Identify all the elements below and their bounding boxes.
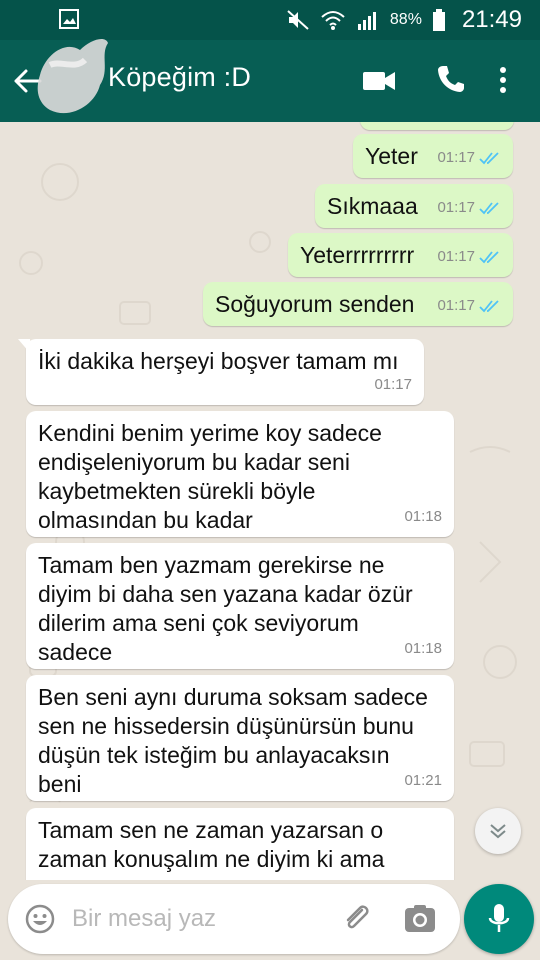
- double-check-icon: [479, 250, 499, 263]
- outgoing-message[interactable]: Yeter 01:17: [353, 134, 513, 178]
- message-input-bar[interactable]: Bir mesaj yaz: [8, 884, 460, 954]
- message-time: 01:17: [437, 297, 475, 314]
- message-time: 01:17: [437, 149, 475, 166]
- message-time: 01:18: [404, 508, 442, 525]
- message-text: Tamam ben yazmam gerekirse ne diyim bi d…: [38, 552, 413, 665]
- chat-area[interactable]: Yeter 01:17 Sıkmaaa 01:17 Yeterrrrrrrrr …: [0, 122, 540, 880]
- message-time: 01:18: [404, 640, 442, 657]
- contact-name[interactable]: Köpeğim :D: [108, 62, 251, 93]
- message-meta: 01:17: [437, 242, 501, 271]
- message-text: Ben seni aynı duruma soksam sadece sen n…: [38, 684, 428, 797]
- message-time: 01:17: [437, 248, 475, 265]
- phone-icon[interactable]: [436, 64, 466, 94]
- message-bubble-partial[interactable]: [360, 122, 514, 130]
- message-time: 01:17: [437, 199, 475, 216]
- message-text: Kendini benim yerime koy sadece endişele…: [38, 420, 382, 533]
- message-meta: 01:17: [437, 193, 501, 222]
- outgoing-message[interactable]: Sıkmaaa 01:17: [315, 184, 513, 228]
- double-check-icon: [479, 201, 499, 214]
- outgoing-message[interactable]: Yeterrrrrrrrr 01:17: [288, 233, 513, 277]
- chat-header: Köpeğim :D: [0, 39, 540, 122]
- signal-icon: [357, 12, 376, 30]
- incoming-message[interactable]: Tamam sen ne zaman yazarsan o zaman konu…: [26, 808, 454, 880]
- message-text: İki dakika herşeyi boşver tamam mı: [38, 348, 399, 374]
- outgoing-message[interactable]: Soğuyorum senden 01:17: [203, 282, 513, 326]
- incoming-message[interactable]: Kendini benim yerime koy sadece endişele…: [26, 411, 454, 537]
- incoming-message[interactable]: Tamam ben yazmam gerekirse ne diyim bi d…: [26, 543, 454, 669]
- voice-record-button[interactable]: [464, 884, 534, 954]
- message-text: Sıkmaaa: [327, 193, 418, 219]
- avatar[interactable]: [30, 35, 118, 125]
- message-text: Tamam sen ne zaman yazarsan o zaman konu…: [38, 817, 385, 872]
- message-text: Yeterrrrrrrrr: [300, 242, 415, 268]
- message-text: Soğuyorum senden: [215, 291, 415, 317]
- clock: 21:49: [461, 6, 522, 33]
- attach-icon[interactable]: [340, 902, 374, 936]
- message-text: Yeter: [365, 143, 418, 169]
- more-vert-icon[interactable]: [498, 66, 508, 94]
- battery-icon: [432, 9, 445, 31]
- double-check-icon: [479, 299, 499, 312]
- emoji-icon[interactable]: [24, 903, 56, 935]
- mic-icon: [488, 904, 510, 932]
- incoming-message[interactable]: Ben seni aynı duruma soksam sadece sen n…: [26, 675, 454, 801]
- battery-percent: 88%: [389, 11, 422, 28]
- scroll-to-bottom-button[interactable]: [475, 808, 521, 854]
- status-bar: 88% 21:49: [0, 0, 540, 40]
- scroll-down-icon: [490, 824, 506, 839]
- camera-icon[interactable]: [404, 904, 436, 934]
- message-input-placeholder[interactable]: Bir mesaj yaz: [72, 905, 216, 933]
- incoming-message[interactable]: İki dakika herşeyi boşver tamam mı 01:17: [18, 339, 424, 405]
- video-call-icon[interactable]: [362, 70, 396, 92]
- message-time: 01:21: [404, 772, 442, 789]
- bubble-tail: [18, 339, 30, 353]
- mute-icon: [287, 10, 309, 30]
- message-meta: 01:17: [437, 143, 501, 172]
- message-time: 01:17: [374, 376, 412, 393]
- message-meta: 01:17: [437, 291, 501, 320]
- double-check-icon: [479, 151, 499, 164]
- image-icon: [59, 9, 79, 29]
- wifi-icon: [321, 11, 345, 30]
